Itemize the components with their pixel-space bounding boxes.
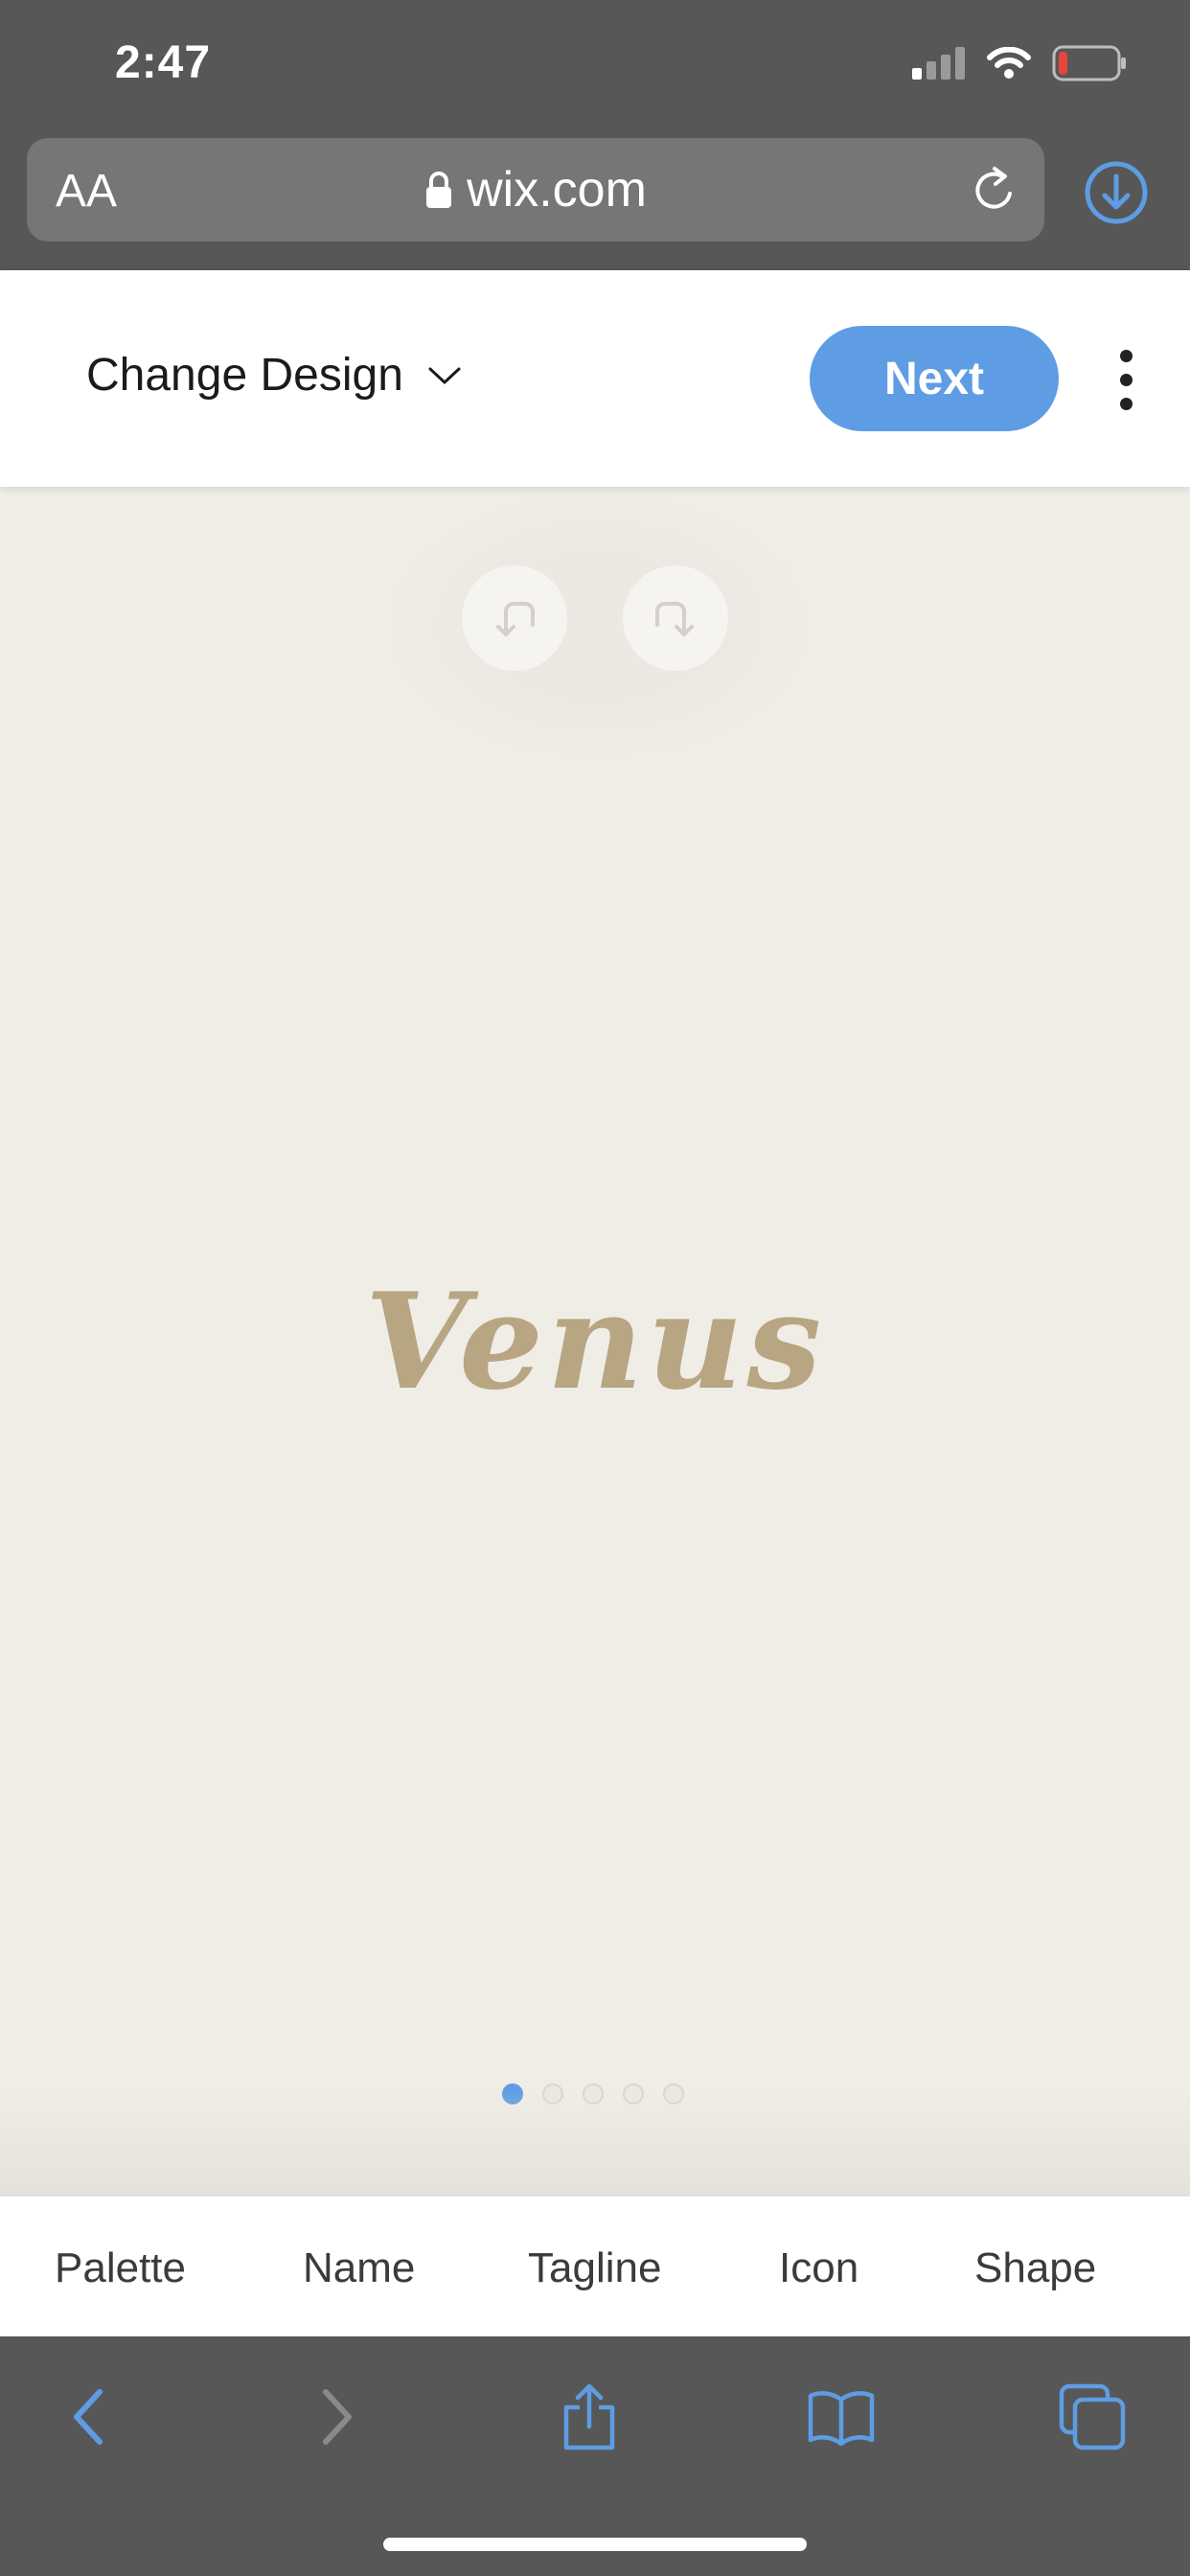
share-button[interactable] (551, 2379, 628, 2455)
logo-canvas: Venus (0, 487, 1190, 2195)
undo-redo-backdrop (393, 496, 805, 755)
battery-icon (1052, 45, 1126, 81)
forward-button[interactable] (299, 2379, 376, 2455)
logo-preview-name[interactable]: Venus (0, 1263, 1190, 1419)
next-button[interactable]: Next (810, 326, 1059, 431)
share-icon (563, 2383, 615, 2450)
back-icon (74, 2389, 103, 2445)
redo-button[interactable] (623, 565, 728, 671)
chevron-down-icon (428, 367, 461, 383)
back-button[interactable] (50, 2379, 126, 2455)
change-design-label: Change Design (86, 350, 403, 401)
tab-tagline[interactable]: Tagline (528, 2244, 661, 2292)
download-icon[interactable] (1083, 159, 1150, 226)
tab-name[interactable]: Name (303, 2244, 415, 2292)
change-design-dropdown[interactable]: Change Design (86, 349, 461, 402)
lock-icon (426, 172, 452, 208)
safari-bottom-toolbar (0, 2336, 1190, 2576)
reload-icon[interactable] (966, 161, 1023, 218)
more-vertical-icon[interactable] (1111, 332, 1140, 427)
bookmarks-icon (808, 2391, 875, 2446)
tab-palette[interactable]: Palette (55, 2244, 186, 2292)
editor-tab-strip: Palette Name Tagline Icon Shape (0, 2195, 1190, 2336)
wifi-icon (987, 47, 1031, 79)
url-text: wix.com (467, 162, 647, 218)
home-indicator (383, 2538, 807, 2551)
status-icons (912, 42, 1129, 84)
undo-icon (496, 602, 535, 636)
undo-button[interactable] (462, 565, 567, 671)
tab-icon[interactable]: Icon (779, 2244, 858, 2292)
forward-icon (323, 2389, 352, 2445)
status-time: 2:47 (115, 37, 212, 88)
tab-shape[interactable]: Shape (974, 2244, 1096, 2292)
tabs-icon (1059, 2383, 1126, 2450)
url-display[interactable]: wix.com (27, 161, 1044, 218)
canvas-bottom-fade (0, 2089, 1190, 2195)
tabs-button[interactable] (1054, 2379, 1131, 2455)
signal-icon (912, 47, 965, 80)
redo-icon (655, 602, 694, 636)
safari-top-chrome: 2:47 AA wix.com (0, 0, 1190, 270)
url-bar[interactable]: AA wix.com (27, 138, 1044, 242)
bookmarks-button[interactable] (803, 2379, 880, 2455)
editor-header: Change Design Next (0, 270, 1190, 487)
